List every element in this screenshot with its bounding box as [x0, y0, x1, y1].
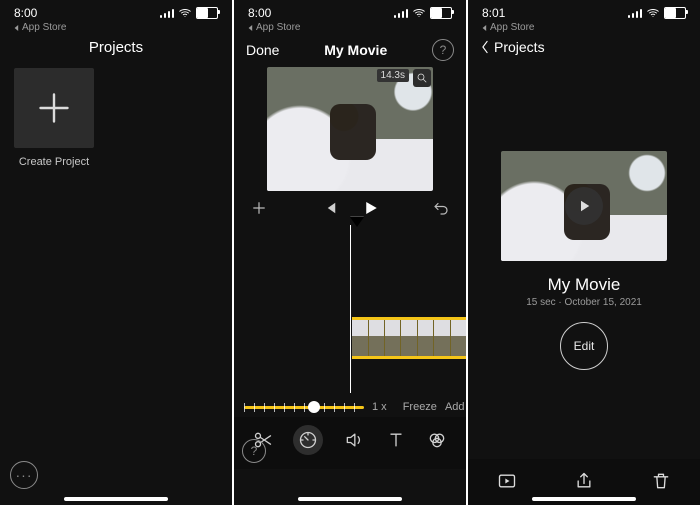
project-title: My Movie [468, 275, 700, 295]
editor-toolbar [234, 417, 466, 469]
skip-to-start-button[interactable] [321, 199, 339, 217]
add-media-button[interactable] [250, 199, 268, 217]
chevron-left-icon [480, 40, 490, 54]
preview-frame [267, 67, 433, 191]
create-project-label: Create Project [14, 156, 94, 168]
freeze-button[interactable]: Freeze [403, 401, 437, 413]
text-icon [386, 430, 406, 450]
zoom-button[interactable] [413, 69, 431, 87]
screen-project-detail: 8:01 App Store Projects My Movie 15 sec … [468, 0, 700, 505]
status-time: 8:00 [14, 6, 37, 20]
play-button[interactable] [361, 199, 379, 217]
playhead[interactable] [350, 225, 351, 393]
screen-projects: 8:00 App Store Projects Create Project ·… [0, 0, 234, 505]
speed-readout: 1 x [372, 401, 387, 413]
battery-icon [196, 7, 218, 19]
status-bar: 8:01 [468, 0, 700, 22]
battery-icon [430, 7, 452, 19]
speed-controls: 1 x Freeze Add Reset [234, 393, 466, 417]
signal-icon [160, 8, 174, 18]
back-to-app-label: App Store [256, 22, 300, 33]
edit-label: Edit [574, 339, 595, 353]
help-button[interactable]: ? [432, 39, 454, 61]
projects-title: Projects [0, 39, 232, 56]
back-button[interactable]: Projects [468, 33, 700, 61]
screen-editor: 8:00 App Store Done My Movie ? 14.3s [234, 0, 468, 505]
back-label: Projects [494, 39, 545, 55]
done-button[interactable]: Done [246, 42, 279, 58]
create-project-button[interactable] [14, 68, 94, 148]
status-indicators [628, 6, 686, 20]
back-to-app[interactable]: App Store [0, 22, 232, 33]
speed-slider[interactable] [244, 406, 364, 409]
duration-badge: 14.3s [377, 69, 409, 82]
wifi-icon [178, 6, 192, 20]
status-indicators [394, 6, 452, 20]
delete-button[interactable] [651, 471, 671, 491]
signal-icon [628, 8, 642, 18]
more-options-button[interactable]: ··· [10, 461, 38, 489]
magnifier-icon [416, 72, 428, 84]
play-movie-button[interactable] [497, 471, 517, 491]
filters-icon [427, 430, 447, 450]
back-to-app[interactable]: App Store [234, 22, 466, 33]
signal-icon [394, 8, 408, 18]
edit-button[interactable]: Edit [560, 322, 608, 370]
home-indicator[interactable] [298, 497, 402, 501]
home-indicator[interactable] [64, 497, 168, 501]
wifi-icon [412, 6, 426, 20]
filters-tool[interactable] [426, 429, 448, 451]
titles-tool[interactable] [385, 429, 407, 451]
play-icon [575, 197, 593, 215]
status-bar: 8:00 [234, 0, 466, 22]
preview-viewport[interactable]: 14.3s [267, 67, 433, 191]
play-button[interactable] [565, 187, 603, 225]
plus-icon [36, 90, 72, 126]
back-to-app-label: App Store [490, 22, 534, 33]
timeline-clip[interactable] [352, 317, 466, 359]
status-indicators [160, 6, 218, 20]
timeline[interactable] [234, 225, 466, 393]
add-freeze-button[interactable]: Add [445, 401, 465, 413]
status-bar: 8:00 [0, 0, 232, 22]
share-button[interactable] [574, 471, 594, 491]
speed-tool[interactable] [293, 425, 323, 455]
project-thumbnail[interactable] [501, 151, 667, 261]
status-time: 8:00 [248, 6, 271, 20]
volume-tool[interactable] [343, 429, 365, 451]
battery-icon [664, 7, 686, 19]
project-subtitle: 15 sec · October 15, 2021 [468, 297, 700, 308]
volume-icon [344, 430, 364, 450]
help-button[interactable]: ? [242, 439, 266, 463]
wifi-icon [646, 6, 660, 20]
home-indicator[interactable] [532, 497, 636, 501]
speedometer-icon [298, 430, 318, 450]
status-time: 8:01 [482, 6, 505, 20]
back-to-app[interactable]: App Store [468, 22, 700, 33]
undo-button[interactable] [432, 199, 450, 217]
back-to-app-label: App Store [22, 22, 66, 33]
playhead-marker-icon [350, 217, 364, 227]
movie-title: My Movie [324, 42, 387, 58]
